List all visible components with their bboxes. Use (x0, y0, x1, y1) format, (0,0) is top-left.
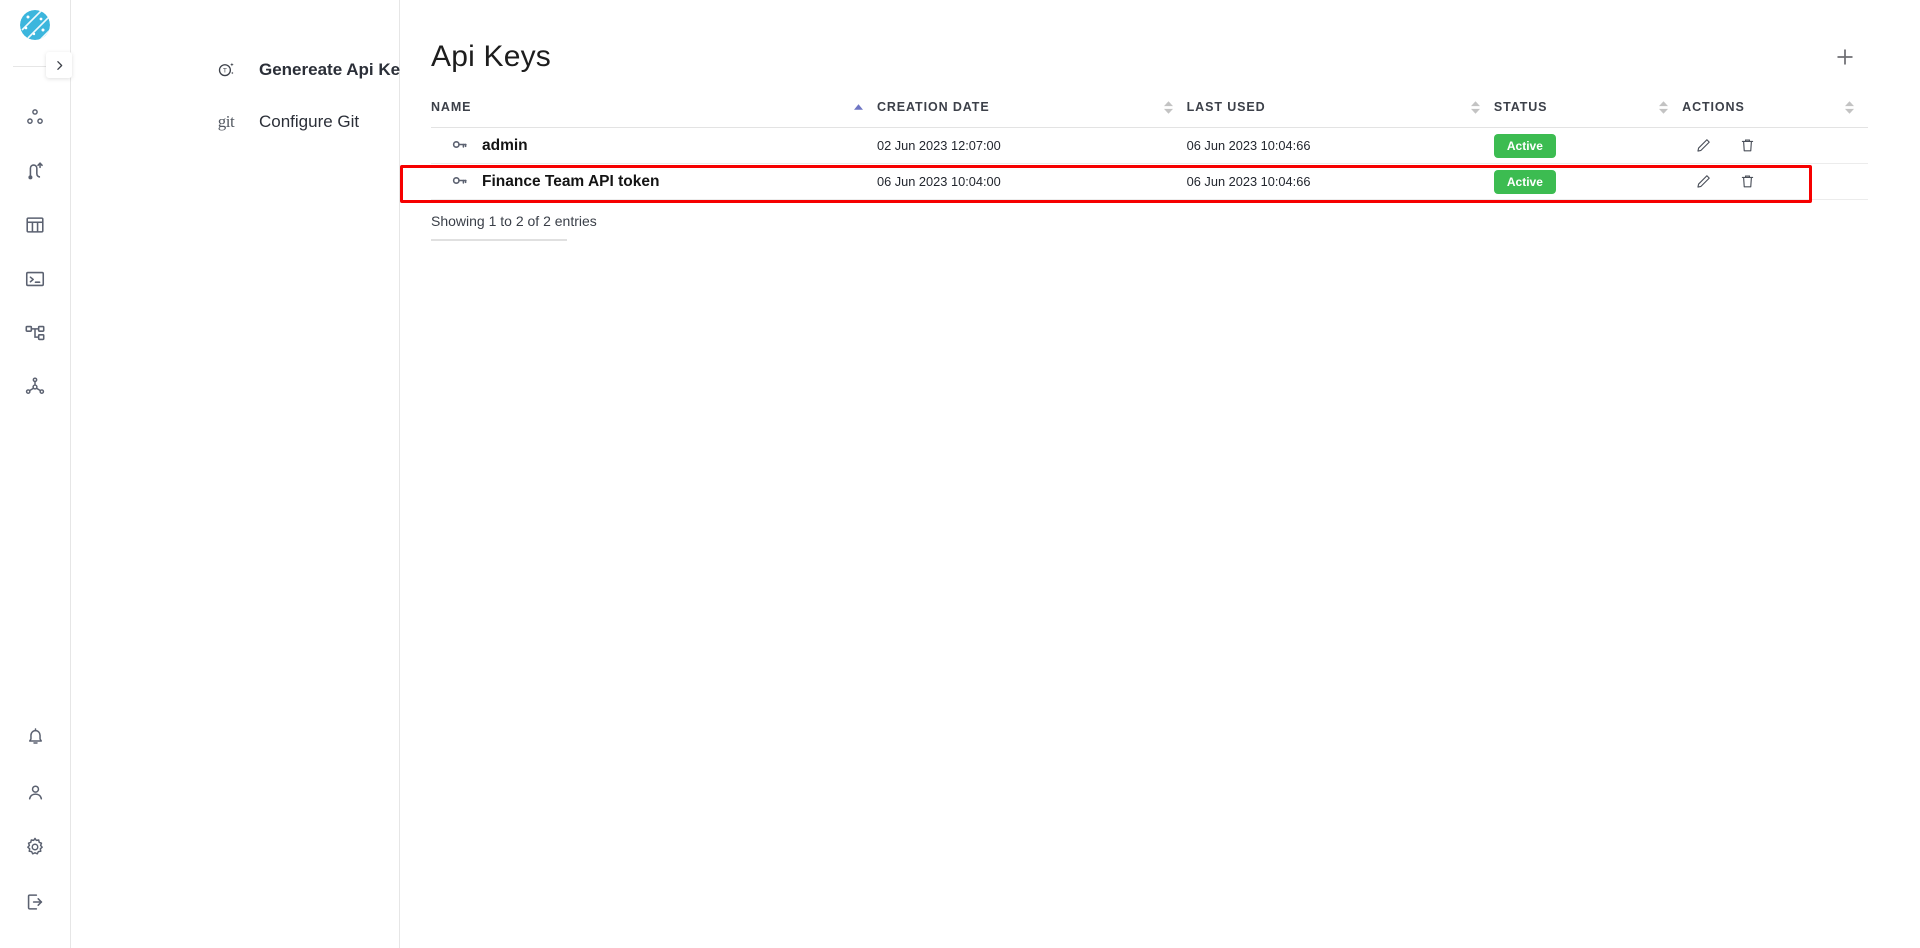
sort-both-icon (1470, 100, 1480, 114)
plus-icon (1837, 49, 1853, 65)
sidebar-item-label: Configure Git (259, 112, 360, 131)
api-keys-table: NAME CREATION DATE LAST USED STATUS ACTI… (431, 100, 1868, 200)
cell-status: Active (1493, 163, 1683, 200)
sidebar-item-label: Genereate Api Key (259, 60, 410, 79)
trash-icon (1741, 175, 1753, 188)
column-header-name[interactable]: NAME (431, 100, 877, 128)
sort-asc-icon (853, 104, 863, 110)
trash-icon (1741, 139, 1753, 152)
table-head: NAME CREATION DATE LAST USED STATUS ACTI… (431, 100, 1868, 128)
gear-icon[interactable] (15, 831, 55, 863)
cell-creation-date: 02 Jun 2023 12:07:00 (876, 127, 1187, 164)
bell-icon[interactable] (15, 721, 55, 753)
status-badge: Active (1493, 169, 1556, 194)
sidebar-item-configure-git[interactable]: git Configure Git (71, 96, 399, 148)
api-key-name: Finance Team API token (482, 172, 660, 190)
add-api-key-button[interactable] (1828, 40, 1862, 74)
sort-both-icon (1659, 100, 1669, 114)
delete-api-key-button[interactable] (1736, 135, 1758, 157)
rail-top-group (15, 101, 55, 403)
cell-name: Finance Team API token (431, 163, 877, 200)
edit-api-key-button[interactable] (1692, 135, 1714, 157)
api-key-name: admin (482, 136, 528, 154)
page-header: Api Keys (400, 0, 1920, 74)
secondary-nav: T Genereate Api Key git Configure Git (71, 0, 410, 948)
table-body: admin 02 Jun 2023 12:07:00 06 Jun 2023 1… (431, 127, 1868, 200)
pencil-icon (1697, 139, 1710, 152)
column-header-label: ACTIONS (1682, 100, 1745, 114)
table-columns-icon[interactable] (15, 209, 55, 241)
cell-creation-date: 06 Jun 2023 10:04:00 (876, 163, 1187, 200)
main-content: Api Keys NAME CREATION DATE LAST USED ST… (400, 0, 1920, 948)
edit-api-key-button[interactable] (1692, 171, 1714, 193)
column-header-label: LAST USED (1186, 100, 1266, 114)
cell-actions (1682, 127, 1868, 164)
status-badge: Active (1493, 133, 1556, 158)
pencil-icon (1697, 175, 1710, 188)
svg-text:T: T (222, 67, 226, 74)
network-graph-icon[interactable] (15, 371, 55, 403)
sort-both-icon (1845, 100, 1854, 114)
key-icon (451, 136, 468, 156)
app-root: T Genereate Api Key git Configure Git Ap… (0, 0, 1920, 948)
entries-count-text: Showing 1 to 2 of 2 entries (431, 213, 597, 229)
sort-both-icon (1163, 100, 1173, 114)
cell-last-used: 06 Jun 2023 10:04:66 (1186, 163, 1494, 200)
nodes-cluster-icon[interactable] (15, 101, 55, 133)
column-header-label: STATUS (1493, 100, 1548, 114)
rail-bottom-group (15, 721, 55, 918)
expand-sidebar-button[interactable] (46, 52, 72, 78)
api-keys-table-container: NAME CREATION DATE LAST USED STATUS ACTI… (400, 100, 1920, 203)
chevron-right-icon (56, 60, 62, 70)
table-footer: Showing 1 to 2 of 2 entries (400, 213, 1920, 241)
key-icon (451, 172, 468, 192)
git-icon: git (217, 112, 235, 131)
delete-api-key-button[interactable] (1736, 171, 1758, 193)
generate-token-icon: T (215, 60, 237, 81)
column-header-creation-date[interactable]: CREATION DATE (876, 100, 1187, 128)
table-row[interactable]: Finance Team API token 06 Jun 2023 10:04… (431, 163, 1868, 200)
footer-underline (431, 239, 567, 241)
page-title: Api Keys (431, 40, 551, 73)
column-header-label: NAME (431, 100, 472, 114)
cell-name: admin (431, 127, 877, 164)
route-path-icon[interactable] (15, 155, 55, 187)
user-icon[interactable] (15, 776, 55, 808)
column-header-actions[interactable]: ACTIONS (1682, 100, 1868, 128)
table-row[interactable]: admin 02 Jun 2023 12:07:00 06 Jun 2023 1… (431, 127, 1868, 164)
cell-last-used: 06 Jun 2023 10:04:66 (1186, 127, 1494, 164)
logout-icon[interactable] (15, 886, 55, 918)
table-header-row: NAME CREATION DATE LAST USED STATUS ACTI… (431, 100, 1868, 128)
terminal-icon[interactable] (15, 263, 55, 295)
hierarchy-icon[interactable] (15, 317, 55, 349)
app-logo (20, 10, 50, 40)
cell-actions (1682, 163, 1868, 200)
column-header-status[interactable]: STATUS (1493, 100, 1683, 128)
cell-status: Active (1493, 127, 1683, 164)
icon-rail (0, 0, 72, 948)
logo-container[interactable] (0, 0, 70, 50)
column-header-label: CREATION DATE (876, 100, 990, 114)
column-header-last-used[interactable]: LAST USED (1186, 100, 1494, 128)
sidebar-item-generate-api-key[interactable]: T Genereate Api Key (71, 44, 410, 96)
